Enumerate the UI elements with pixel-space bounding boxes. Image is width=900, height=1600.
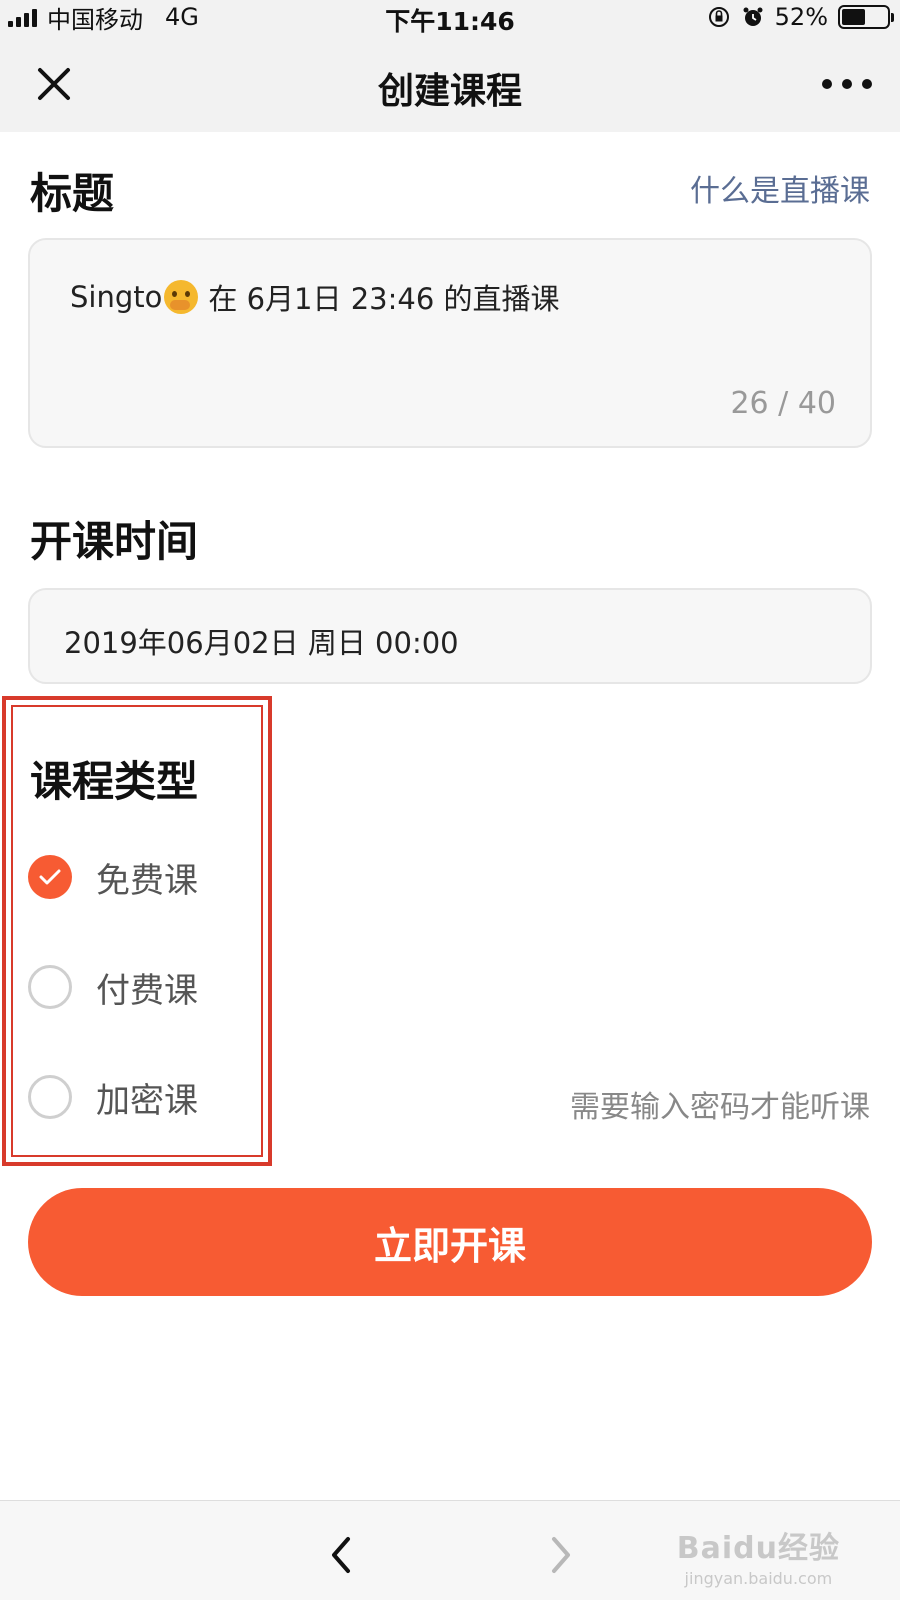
title-heading: 标题 bbox=[30, 169, 115, 218]
option-paid[interactable]: 付费课 bbox=[28, 962, 198, 1012]
encrypted-hint: 需要输入密码才能听课 bbox=[570, 1090, 870, 1125]
radio-unchecked-icon[interactable] bbox=[28, 1075, 72, 1119]
title-rest: 在 6月1日 23:46 的直播课 bbox=[208, 282, 560, 316]
back-arrow-icon[interactable] bbox=[326, 1533, 356, 1577]
time-heading: 开课时间 bbox=[30, 517, 199, 566]
live-course-help-link[interactable]: 什么是直播课 bbox=[690, 166, 870, 210]
rotation-lock-icon bbox=[708, 7, 729, 27]
battery-percent: 52% bbox=[774, 3, 828, 31]
carrier-name: 中国移动 bbox=[47, 5, 143, 34]
battery-fill bbox=[842, 9, 865, 25]
more-dot bbox=[862, 79, 872, 89]
alarm-icon bbox=[743, 7, 763, 26]
title-input[interactable]: Singto 在 6月1日 23:46 的直播课 26 / 40 bbox=[28, 238, 872, 448]
more-dot bbox=[842, 79, 852, 89]
signal-icon bbox=[8, 7, 37, 27]
more-icon[interactable] bbox=[822, 74, 872, 94]
status-time: 下午11:46 bbox=[385, 7, 515, 36]
forward-arrow-icon[interactable] bbox=[546, 1533, 576, 1577]
option-encrypted[interactable]: 加密课 bbox=[28, 1072, 198, 1122]
option-label: 加密课 bbox=[96, 1080, 198, 1121]
more-dot bbox=[822, 79, 832, 89]
network-type: 4G bbox=[165, 3, 199, 31]
title-author: Singto bbox=[70, 280, 163, 314]
page-title: 创建课程 bbox=[377, 71, 522, 112]
bottom-toolbar: Baidu经验 jingyan.baidu.com bbox=[0, 1500, 900, 1600]
start-time-value: 2019年06月02日 周日 00:00 bbox=[64, 626, 459, 660]
watermark: Baidu经验 jingyan.baidu.com bbox=[677, 1523, 840, 1588]
status-bar: 中国移动 4G 下午11:46 52% bbox=[0, 0, 900, 36]
hand-over-mouth-emoji-icon bbox=[164, 280, 199, 314]
watermark-url: jingyan.baidu.com bbox=[684, 1569, 833, 1588]
watermark-logo: Baidu经验 bbox=[676, 1531, 840, 1566]
char-counter: 26 / 40 bbox=[730, 386, 836, 421]
title-input-value[interactable]: Singto 在 6月1日 23:46 的直播课 bbox=[70, 276, 560, 318]
option-free[interactable]: 免费课 bbox=[28, 852, 198, 902]
status-indicators: 52% bbox=[707, 0, 894, 34]
option-label: 付费课 bbox=[96, 970, 198, 1011]
battery-icon bbox=[838, 5, 894, 29]
start-time-picker[interactable]: 2019年06月02日 周日 00:00 bbox=[28, 588, 872, 684]
radio-checked-icon[interactable] bbox=[28, 855, 72, 899]
nav-bar: 创建课程 bbox=[0, 34, 900, 132]
start-course-button[interactable]: 立即开课 bbox=[28, 1188, 872, 1296]
option-label: 免费课 bbox=[96, 860, 198, 901]
radio-unchecked-icon[interactable] bbox=[28, 965, 72, 1009]
course-type-heading: 课程类型 bbox=[30, 757, 199, 806]
